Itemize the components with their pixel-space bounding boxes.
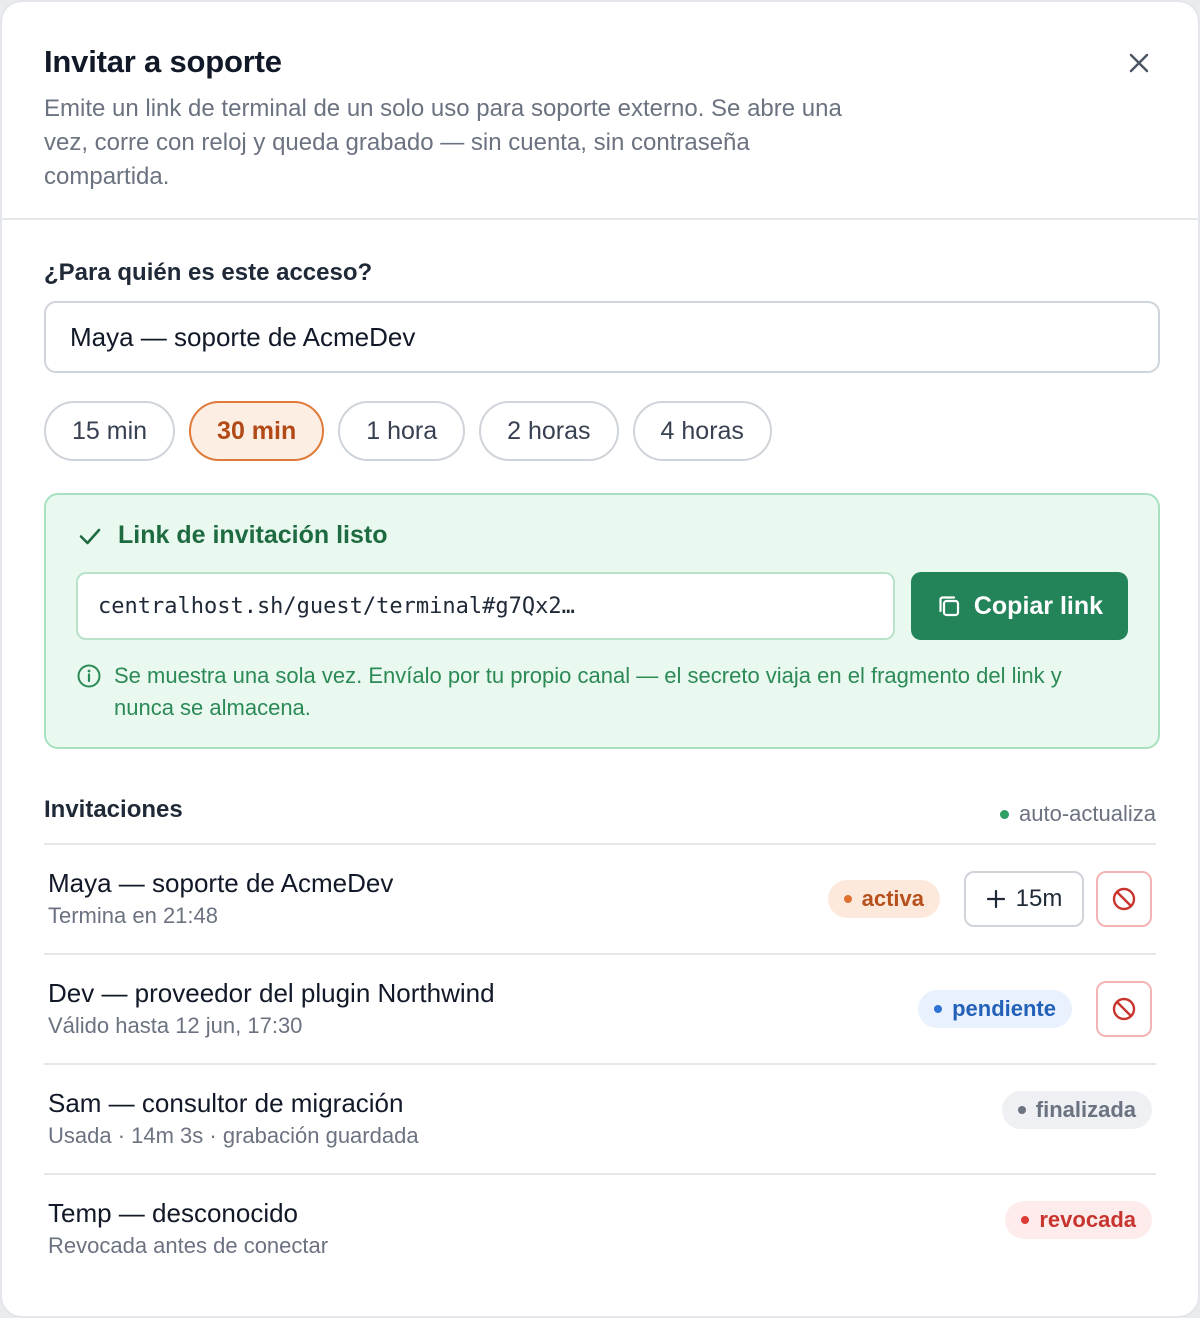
- check-icon: [79, 528, 101, 544]
- copy-icon: [939, 596, 959, 617]
- plus-icon: [986, 889, 1005, 909]
- dialog-subtitle: Emite un link de terminal de un solo uso…: [44, 95, 842, 190]
- status-dot-icon: [843, 895, 852, 903]
- invitation-actions: 15m: [964, 871, 1152, 927]
- close-button[interactable]: [1122, 46, 1156, 80]
- status-badge-active: activa: [827, 880, 940, 918]
- security-note: Se muestra una sola vez. Envíalo por tu …: [76, 660, 1128, 724]
- invitation-row: Dev — proveedor del plugin Northwind Vál…: [44, 955, 1156, 1065]
- live-dot-icon: [1000, 809, 1010, 819]
- invitation-row: Sam — consultor de migración Usada · 14m…: [44, 1065, 1156, 1175]
- copy-link-label: Copiar link: [973, 591, 1104, 620]
- duration-chip-4-horas[interactable]: 4 horas: [632, 401, 772, 461]
- duration-chip-15-min[interactable]: 15 min: [44, 401, 176, 461]
- status-badge-finished: finalizada: [1001, 1091, 1152, 1129]
- invitation-controls: pendiente: [918, 981, 1152, 1037]
- duration-chip-1-hora[interactable]: 1 hora: [338, 401, 466, 461]
- copy-link-button[interactable]: Copiar link: [910, 572, 1128, 640]
- invitation-detail: Usada · 14m 3s · grabación guardada: [48, 1123, 419, 1148]
- invitation-name: Sam — consultor de migración: [48, 1088, 404, 1118]
- status-badge-pending: pendiente: [918, 990, 1072, 1028]
- invitation-row: Temp — desconocido Revocada antes de con…: [44, 1175, 1156, 1285]
- invitation-controls: finalizada: [1001, 1091, 1152, 1129]
- status-label: finalizada: [1035, 1097, 1136, 1122]
- ready-header: Link de invitación listo: [76, 521, 1128, 550]
- status-label: activa: [861, 886, 924, 911]
- invite-support-dialog: Invitar a soporte Emite un link de termi…: [0, 0, 1200, 1318]
- dialog-header: Invitar a soporte Emite un link de termi…: [2, 2, 1198, 220]
- ban-icon: [1112, 997, 1136, 1021]
- invitation-name: Temp — desconocido: [48, 1198, 299, 1228]
- status-dot-icon: [1017, 1106, 1026, 1114]
- invitation-actions: [1096, 981, 1152, 1037]
- ban-icon: [1112, 887, 1136, 911]
- invitation-row: Maya — soporte de AcmeDev Termina en 21:…: [44, 845, 1156, 955]
- status-dot-icon: [934, 1005, 943, 1013]
- dialog-body: ¿Para quién es este acceso? 15 min 30 mi…: [2, 258, 1198, 1285]
- extend-time-label: 15m: [1015, 885, 1063, 912]
- status-label: pendiente: [952, 996, 1056, 1021]
- auto-refresh-indicator: auto-actualiza: [1000, 801, 1156, 827]
- duration-chip-2-horas[interactable]: 2 horas: [479, 401, 619, 461]
- status-dot-icon: [1021, 1216, 1030, 1224]
- link-row: centralhost.sh/guest/terminal#g7Qx2… Cop…: [76, 572, 1128, 640]
- recipient-label: ¿Para quién es este acceso?: [44, 259, 373, 286]
- duration-chip-30-min[interactable]: 30 min: [189, 401, 325, 461]
- invitation-controls: activa 15m: [827, 871, 1152, 927]
- security-note-text: Se muestra una sola vez. Envíalo por tu …: [114, 663, 1062, 720]
- revoke-button[interactable]: [1096, 871, 1152, 927]
- invitation-controls: revocada: [1005, 1201, 1152, 1239]
- recipient-input[interactable]: [44, 301, 1160, 373]
- invite-ready-panel: Link de invitación listo centralhost.sh/…: [44, 493, 1160, 749]
- status-label: revocada: [1039, 1207, 1136, 1232]
- ready-title: Link de invitación listo: [118, 521, 388, 549]
- invite-link-field[interactable]: centralhost.sh/guest/terminal#g7Qx2…: [76, 572, 895, 640]
- invitations-title: Invitaciones: [44, 796, 183, 823]
- revoke-button[interactable]: [1096, 981, 1152, 1037]
- status-badge-revoked: revocada: [1005, 1201, 1152, 1239]
- info-icon: [77, 664, 101, 688]
- auto-refresh-label: auto-actualiza: [1019, 801, 1156, 826]
- close-icon: [1129, 53, 1149, 73]
- invitations-header: Invitaciones auto-actualiza: [44, 795, 1156, 845]
- invitations-list: Maya — soporte de AcmeDev Termina en 21:…: [44, 845, 1156, 1285]
- extend-time-button[interactable]: 15m: [964, 871, 1084, 927]
- duration-selector: 15 min 30 min 1 hora 2 horas 4 horas: [44, 401, 1156, 461]
- dialog-title: Invitar a soporte: [44, 44, 282, 79]
- invitation-detail: Revocada antes de conectar: [48, 1233, 329, 1258]
